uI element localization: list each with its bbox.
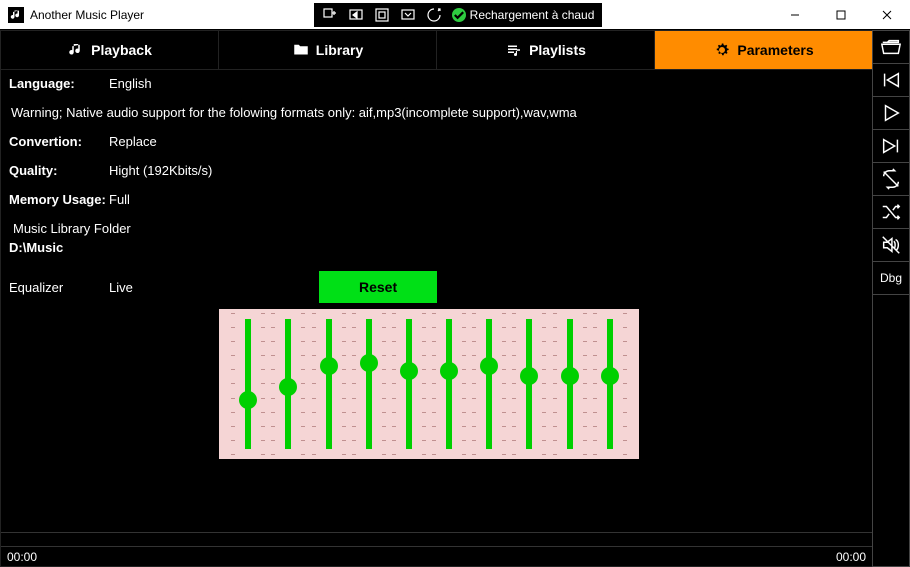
conversion-value[interactable]: Replace <box>109 134 157 149</box>
eq-thumb[interactable] <box>601 367 619 385</box>
eq-band[interactable] <box>312 313 346 455</box>
titlebar: Another Music Player Rechargement à chau… <box>0 0 910 30</box>
equalizer-preset[interactable]: Live <box>109 280 209 295</box>
eq-thumb[interactable] <box>440 362 458 380</box>
devtool-icon[interactable] <box>348 7 364 23</box>
eq-band[interactable] <box>593 313 627 455</box>
debug-button[interactable]: Dbg <box>873 262 909 295</box>
shuffle-icon <box>880 201 902 223</box>
music-note-icon <box>67 41 85 59</box>
close-button[interactable] <box>864 0 910 30</box>
eq-band[interactable] <box>512 313 546 455</box>
eq-thumb[interactable] <box>279 378 297 396</box>
tab-library[interactable]: Library <box>218 31 436 69</box>
language-label: Language: <box>9 76 109 91</box>
minimize-button[interactable] <box>772 0 818 30</box>
next-icon <box>880 135 902 157</box>
folder-label: Music Library Folder <box>9 221 864 236</box>
memory-value[interactable]: Full <box>109 192 130 207</box>
status-bar: 00:00 00:00 <box>1 546 872 566</box>
language-value[interactable]: English <box>109 76 152 91</box>
tab-label: Playlists <box>529 42 586 58</box>
tab-playlists[interactable]: Playlists <box>436 31 654 69</box>
parameters-panel: Language: English Warning; Native audio … <box>1 69 872 532</box>
format-warning: Warning; Native audio support for the fo… <box>9 105 864 120</box>
time-total: 00:00 <box>836 550 866 564</box>
eq-thumb[interactable] <box>561 367 579 385</box>
tab-parameters[interactable]: Parameters <box>654 31 872 69</box>
app-title: Another Music Player <box>30 8 144 22</box>
equalizer-sliders <box>219 309 639 459</box>
main-tabs: Playback Library Playlists Parameters <box>1 31 872 69</box>
repeat-button[interactable] <box>873 163 909 196</box>
folder-value[interactable]: D:\Music <box>9 240 864 255</box>
folder-open-icon <box>880 36 902 58</box>
eq-band[interactable] <box>553 313 587 455</box>
previous-button[interactable] <box>873 64 909 97</box>
maximize-button[interactable] <box>818 0 864 30</box>
previous-icon <box>880 69 902 91</box>
playlist-icon <box>505 41 523 59</box>
folder-icon <box>292 41 310 59</box>
tab-label: Playback <box>91 42 152 58</box>
time-elapsed: 00:00 <box>7 550 37 564</box>
reset-button[interactable]: Reset <box>319 271 437 303</box>
eq-band[interactable] <box>392 313 426 455</box>
tab-playback[interactable]: Playback <box>1 31 218 69</box>
devtool-icon[interactable] <box>374 7 390 23</box>
dev-toolbar: Rechargement à chaud <box>314 3 603 27</box>
eq-thumb[interactable] <box>239 391 257 409</box>
eq-thumb[interactable] <box>320 357 338 375</box>
eq-band[interactable] <box>231 313 265 455</box>
gear-icon <box>713 41 731 59</box>
check-icon <box>452 8 466 22</box>
shuffle-button[interactable] <box>873 196 909 229</box>
eq-thumb[interactable] <box>480 357 498 375</box>
sidebar: Dbg <box>872 30 910 567</box>
mute-button[interactable] <box>873 229 909 262</box>
hot-reload-label: Rechargement à chaud <box>470 8 595 22</box>
hot-reload[interactable]: Rechargement à chaud <box>452 8 595 22</box>
eq-band[interactable] <box>271 313 305 455</box>
open-folder-button[interactable] <box>873 31 909 64</box>
devtool-icon[interactable] <box>426 7 442 23</box>
eq-band[interactable] <box>472 313 506 455</box>
eq-thumb[interactable] <box>400 362 418 380</box>
play-button[interactable] <box>873 97 909 130</box>
eq-band[interactable] <box>352 313 386 455</box>
tab-label: Library <box>316 42 363 58</box>
eq-thumb[interactable] <box>520 367 538 385</box>
play-icon <box>880 102 902 124</box>
quality-label: Quality: <box>9 163 109 178</box>
quality-value[interactable]: Hight (192Kbits/s) <box>109 163 212 178</box>
volume-off-icon <box>880 234 902 256</box>
devtool-icon[interactable] <box>400 7 416 23</box>
next-button[interactable] <box>873 130 909 163</box>
devtool-icon[interactable] <box>322 7 338 23</box>
equalizer-label: Equalizer <box>9 280 109 295</box>
repeat-icon <box>880 168 902 190</box>
conversion-label: Convertion: <box>9 134 109 149</box>
eq-thumb[interactable] <box>360 354 378 372</box>
eq-band[interactable] <box>432 313 466 455</box>
memory-label: Memory Usage: <box>9 192 109 207</box>
tab-label: Parameters <box>737 42 813 58</box>
app-icon <box>8 7 24 23</box>
